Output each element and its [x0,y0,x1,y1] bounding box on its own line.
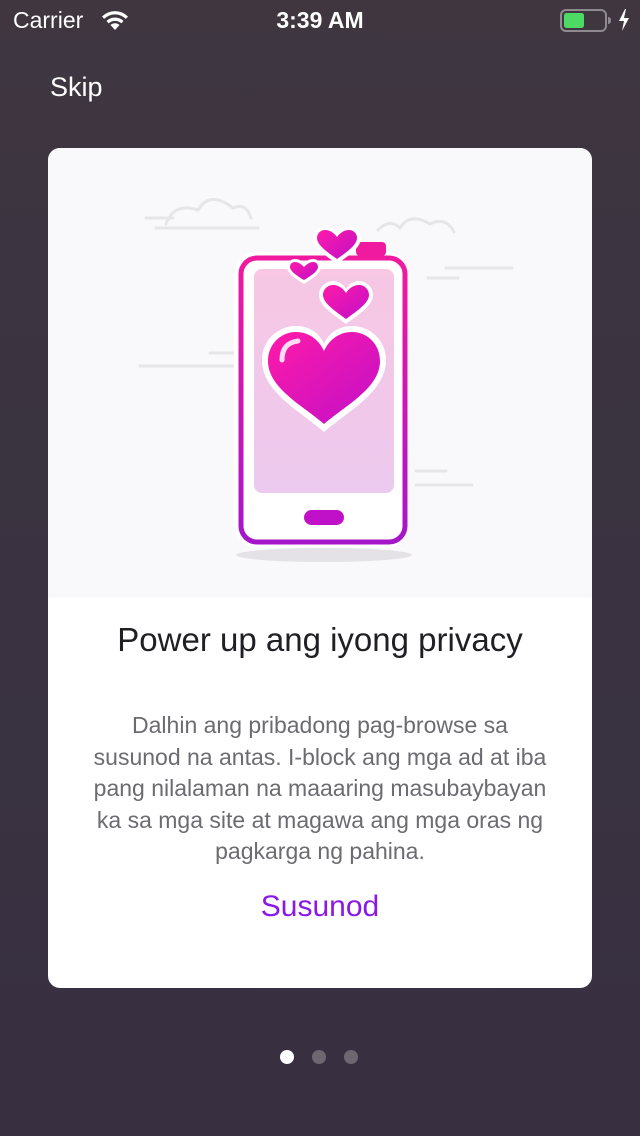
charging-bolt-icon [617,8,631,37]
page-indicator[interactable] [280,1050,358,1064]
clock-label: 3:39 AM [276,7,364,33]
page-dot-3[interactable] [344,1050,358,1064]
onboarding-title: Power up ang iyong privacy [117,621,523,658]
page-dot-2[interactable] [312,1050,326,1064]
onboarding-description: Dalhin ang pribadong pag-browse sa susun… [93,712,547,864]
phone-hearts-illustration [138,198,514,562]
skip-button[interactable]: Skip [50,72,103,103]
battery-icon [560,9,612,38]
onboarding-card: Power up ang iyong privacy Dalhin ang pr… [48,148,592,988]
status-bar: Carrier 3:39 AM [0,0,640,40]
page-dot-1[interactable] [280,1050,294,1064]
next-button[interactable]: Susunod [48,890,592,924]
